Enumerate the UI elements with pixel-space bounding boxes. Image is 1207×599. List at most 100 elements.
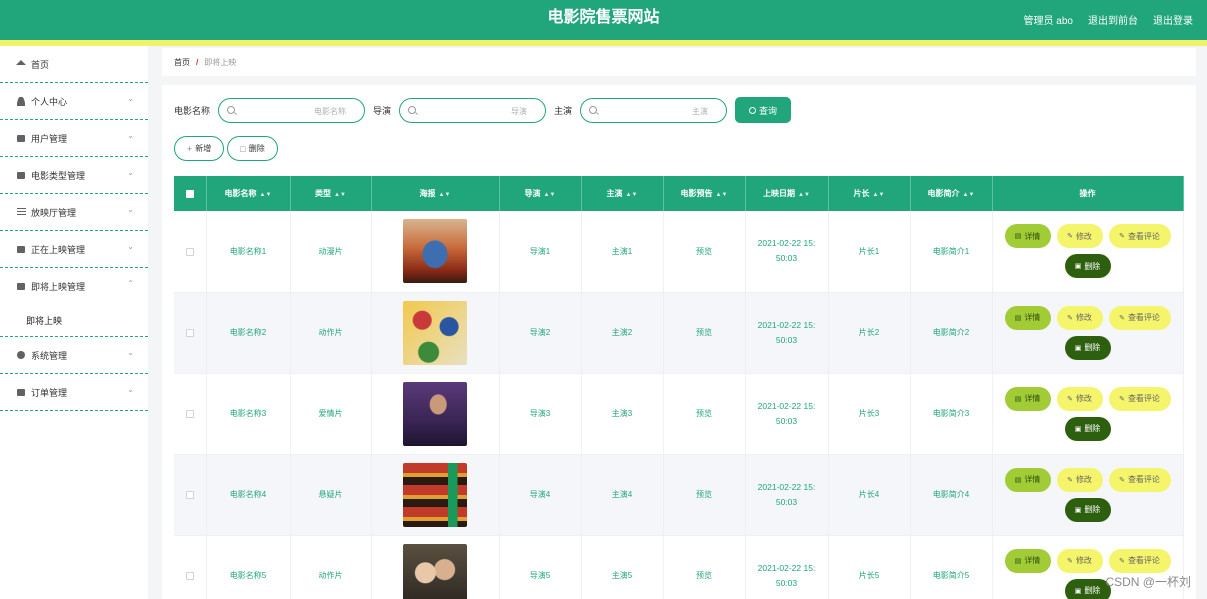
- select-all-checkbox[interactable]: [185, 189, 194, 198]
- logout-link[interactable]: 退出登录: [1153, 12, 1193, 27]
- clipboard-icon: [15, 283, 27, 290]
- movie-poster-image[interactable]: [403, 543, 467, 599]
- length-cell: 片长1: [828, 211, 911, 293]
- row-checkbox[interactable]: [185, 490, 194, 499]
- release-date-cell: 2021-02-22 15: 50:03: [745, 373, 829, 455]
- breadcrumb-home[interactable]: 首页: [174, 57, 190, 68]
- input-placeholder: 导演: [511, 106, 528, 116]
- row-checkbox[interactable]: [185, 247, 194, 256]
- delete-button[interactable]: ▣ 删除: [1064, 254, 1111, 279]
- trailer-preview-link[interactable]: 预览: [663, 211, 746, 293]
- view-reviews-button[interactable]: ✎ 查看评论: [1108, 224, 1171, 249]
- sidebar-item-now-showing[interactable]: 正在上映管理 ⌄: [0, 231, 148, 268]
- delete-button[interactable]: ▣ 删除: [1064, 416, 1111, 441]
- sidebar-item-label: 订单管理: [31, 387, 68, 398]
- movie-type-cell: 悬疑片: [290, 454, 372, 536]
- chevron-up-icon: ⌃: [127, 279, 134, 288]
- sidebar-item-home[interactable]: 首页: [0, 46, 148, 83]
- poster-cell: [371, 535, 500, 599]
- query-button[interactable]: 查询: [735, 97, 792, 123]
- home-icon: [15, 59, 27, 67]
- detail-button[interactable]: ▤ 详情: [1004, 305, 1051, 330]
- operations-cell: ▤ 详情 ✎ 修改 ✎ 查看评论 ▣ 删除: [992, 454, 1184, 536]
- movie-poster-image[interactable]: [403, 381, 467, 446]
- edit-button[interactable]: ✎ 修改: [1056, 548, 1103, 573]
- edit-button[interactable]: ✎ 修改: [1056, 386, 1103, 411]
- batch-delete-button[interactable]: □ 删除: [227, 136, 278, 161]
- sidebar-subitem-coming-soon[interactable]: 即将上映: [0, 305, 148, 337]
- delete-button[interactable]: ▣ 删除: [1064, 578, 1111, 599]
- column-header[interactable]: 上映日期 ▲▼: [745, 176, 829, 211]
- actor-input[interactable]: 主演: [580, 97, 728, 123]
- sidebar-item-label: 电影类型管理: [31, 170, 86, 181]
- view-reviews-button[interactable]: ✎ 查看评论: [1108, 305, 1171, 330]
- movie-name-cell: 电影名称3: [206, 373, 291, 455]
- sidebar-item-movie-types[interactable]: 电影类型管理 ⌄: [0, 157, 148, 194]
- column-header[interactable]: 电影预告 ▲▼: [663, 176, 746, 211]
- plus-icon: +: [187, 143, 193, 154]
- column-header[interactable]: 电影简介 ▲▼: [910, 176, 993, 211]
- actor-cell: 主演1: [581, 211, 664, 293]
- view-reviews-button[interactable]: ✎ 查看评论: [1108, 386, 1171, 411]
- trailer-preview-link[interactable]: 预览: [663, 292, 746, 374]
- director-cell: 导演5: [499, 535, 582, 599]
- detail-button[interactable]: ▤ 详情: [1004, 224, 1051, 249]
- poster-cell: [371, 373, 500, 455]
- movie-type-cell: 爱情片: [290, 373, 372, 455]
- view-reviews-button[interactable]: ✎ 查看评论: [1108, 548, 1171, 573]
- edit-button[interactable]: ✎ 修改: [1056, 224, 1103, 249]
- director-input[interactable]: 导演: [399, 97, 547, 123]
- trailer-preview-link[interactable]: 预览: [663, 535, 746, 599]
- actor-cell: 主演4: [581, 454, 664, 536]
- row-checkbox[interactable]: [185, 571, 194, 580]
- goto-front-link[interactable]: 退出到前台: [1088, 12, 1138, 27]
- view-reviews-button[interactable]: ✎ 查看评论: [1108, 467, 1171, 492]
- sidebar-item-orders[interactable]: 订单管理 ⌄: [0, 374, 148, 411]
- sort-icon: ▲▼: [259, 192, 272, 198]
- chevron-down-icon: ⌄: [127, 131, 134, 140]
- column-header[interactable]: 类型 ▲▼: [290, 176, 372, 211]
- sort-icon: ▲▼: [715, 192, 728, 198]
- query-button-label: 查询: [759, 105, 778, 116]
- release-date-cell: 2021-02-22 15: 50:03: [745, 535, 829, 599]
- movie-name-input[interactable]: 电影名称: [218, 97, 366, 123]
- trailer-preview-link[interactable]: 预览: [663, 454, 746, 536]
- sort-icon: ▲▼: [543, 192, 556, 198]
- movie-poster-image[interactable]: [403, 462, 467, 527]
- sidebar-item-halls[interactable]: 放映厅管理 ⌄: [0, 194, 148, 231]
- trash-icon: ▣: [1074, 425, 1082, 433]
- detail-button[interactable]: ▤ 详情: [1004, 548, 1051, 573]
- search-icon: [227, 105, 236, 114]
- document-icon: ▤: [1014, 314, 1022, 322]
- delete-button[interactable]: ▣ 删除: [1064, 335, 1111, 360]
- edit-button[interactable]: ✎ 修改: [1056, 467, 1103, 492]
- header-accent-stripe: [0, 40, 1207, 46]
- movie-poster-image[interactable]: [403, 219, 467, 284]
- sidebar-item-coming-soon[interactable]: 即将上映管理 ⌃: [0, 268, 148, 305]
- movie-poster-image[interactable]: [403, 300, 467, 365]
- director-cell: 导演1: [499, 211, 582, 293]
- column-header[interactable]: 导演 ▲▼: [499, 176, 582, 211]
- sidebar-item-profile[interactable]: 个人中心 ⌄: [0, 83, 148, 120]
- document-icon: ▤: [1014, 395, 1022, 403]
- sidebar-item-system[interactable]: 系统管理 ⌄: [0, 337, 148, 374]
- column-header[interactable]: 主演 ▲▼: [581, 176, 664, 211]
- delete-button[interactable]: ▣ 删除: [1064, 497, 1111, 522]
- row-checkbox[interactable]: [185, 328, 194, 337]
- table-row: 电影名称3 爱情片 导演3 主演3 预览 2021-02-22 15: 50:03…: [174, 373, 1184, 455]
- detail-button[interactable]: ▤ 详情: [1004, 467, 1051, 492]
- sidebar-item-users[interactable]: 用户管理 ⌄: [0, 120, 148, 157]
- edit-button[interactable]: ✎ 修改: [1056, 305, 1103, 330]
- column-header[interactable]: 海报 ▲▼: [371, 176, 500, 211]
- chevron-down-icon: ⌄: [127, 242, 134, 251]
- trailer-preview-link[interactable]: 预览: [663, 373, 746, 455]
- column-header[interactable]: 片长 ▲▼: [828, 176, 911, 211]
- header-actions: 管理员 abo 退出到前台 退出登录: [1024, 12, 1193, 27]
- detail-button[interactable]: ▤ 详情: [1004, 386, 1051, 411]
- operations-cell: ▤ 详情 ✎ 修改 ✎ 查看评论 ▣ 删除: [992, 292, 1184, 374]
- breadcrumb-current: 即将上映: [204, 57, 237, 67]
- column-header[interactable]: 电影名称 ▲▼: [206, 176, 291, 211]
- row-checkbox[interactable]: [185, 409, 194, 418]
- add-button[interactable]: + 新增: [174, 136, 225, 161]
- intro-cell: 电影简介3: [910, 373, 993, 455]
